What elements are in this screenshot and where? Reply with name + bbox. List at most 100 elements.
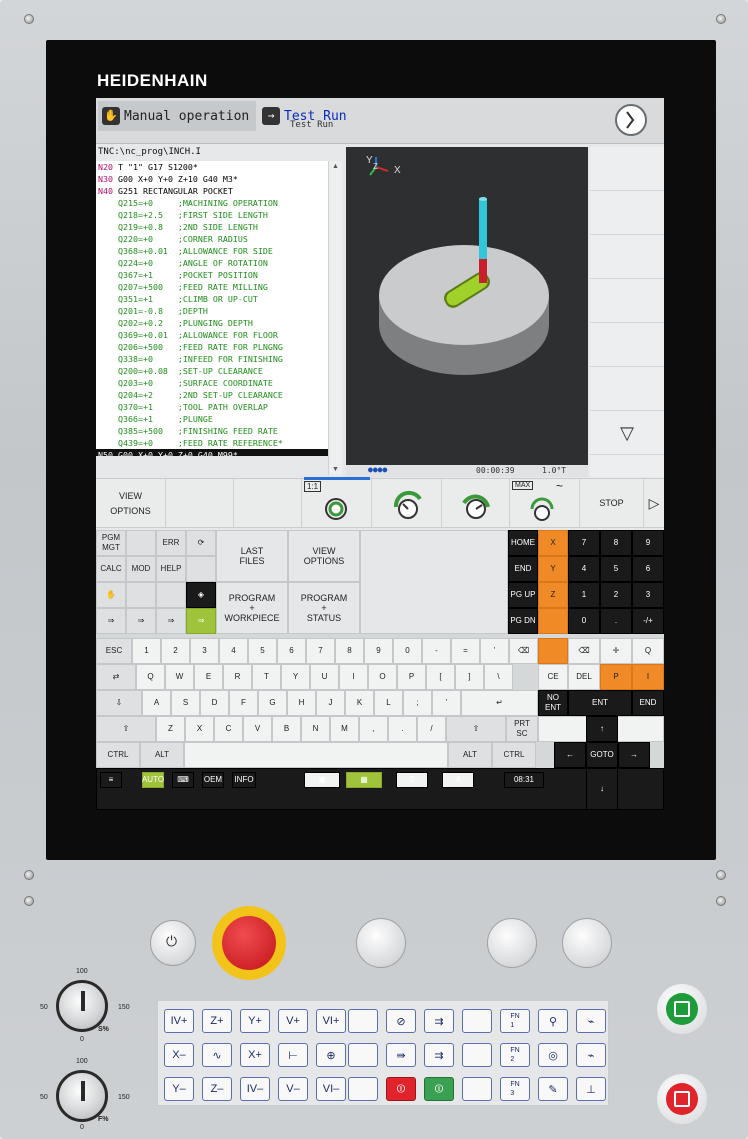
letter-key[interactable]: F	[229, 690, 258, 716]
taskbar-oem[interactable]: OEM	[202, 772, 224, 788]
letter-key[interactable]: '	[432, 690, 461, 716]
i-key[interactable]: I	[632, 664, 664, 690]
letter-key[interactable]: Q	[136, 664, 165, 690]
axis-y-key[interactable]: Y	[538, 556, 568, 582]
panel-button-3[interactable]	[562, 918, 612, 968]
fn-key[interactable]: FN 3	[500, 1077, 530, 1101]
axis-key[interactable]: Y+	[240, 1009, 270, 1033]
alt-key[interactable]: ALT	[140, 742, 184, 768]
vertical-softkey-1[interactable]	[590, 147, 664, 191]
letter-key[interactable]: .	[388, 716, 417, 742]
tab-test-run[interactable]: → Test Run Test Run	[262, 101, 382, 131]
letter-key[interactable]: E	[194, 664, 223, 690]
ctrl-key[interactable]: CTRL	[96, 742, 140, 768]
letter-key[interactable]: Z	[156, 716, 185, 742]
nc-start-button[interactable]	[666, 993, 698, 1025]
shift-right-key[interactable]: ⇧	[446, 716, 506, 742]
electronic-handwheel-key[interactable]: ◈	[186, 582, 216, 608]
vertical-softkey-2[interactable]	[590, 191, 664, 235]
axis-key[interactable]: X–	[164, 1043, 194, 1067]
arrow-left-key[interactable]: ←	[554, 742, 586, 768]
program-line[interactable]: N30 G00 X+0 Y+0 Z+10 G40 M3*	[96, 173, 342, 185]
program-line[interactable]: Q368=+0.01 ;ALLOWANCE FOR SIDE	[96, 245, 342, 257]
function-key[interactable]	[462, 1009, 492, 1033]
axis-key[interactable]: ∿	[202, 1043, 232, 1067]
caps-key[interactable]: ⇩	[96, 690, 142, 716]
numpad-key[interactable]: 4	[568, 556, 600, 582]
program-line[interactable]: Q207=+500 ;FEED RATE MILLING	[96, 281, 342, 293]
program-line[interactable]: Q218=+2.5 ;FIRST SIDE LENGTH	[96, 209, 342, 221]
numpad-key[interactable]: 0	[568, 608, 600, 634]
program-line[interactable]: Q203=+0 ;SURFACE COORDINATE	[96, 377, 342, 389]
letter-key[interactable]: H	[287, 690, 316, 716]
test-run-key[interactable]: ⇒	[186, 608, 216, 634]
letter-key[interactable]: B	[272, 716, 301, 742]
axis-key[interactable]: Y–	[164, 1077, 194, 1101]
cursor-key[interactable]: ✛	[600, 638, 632, 664]
program-line[interactable]: Q219=+0.8 ;2ND SIDE LENGTH	[96, 221, 342, 233]
program-line[interactable]: Q366=+1 ;PLUNGE	[96, 413, 342, 425]
program-line[interactable]: Q201=-0.8 ;DEPTH	[96, 305, 342, 317]
home-key[interactable]: HOME	[508, 530, 538, 556]
digit-key[interactable]: 5	[248, 638, 277, 664]
help-key[interactable]: HELP	[156, 556, 186, 582]
function-key[interactable]: ⇉	[424, 1009, 454, 1033]
letter-key[interactable]: M	[330, 716, 359, 742]
program-line[interactable]: Q224=+0 ;ANGLE OF ROTATION	[96, 257, 342, 269]
letter-key[interactable]: X	[185, 716, 214, 742]
refresh-key[interactable]: ⟳	[186, 530, 216, 556]
vertical-softkey-5[interactable]	[590, 323, 664, 367]
digit-key[interactable]: 6	[277, 638, 306, 664]
taskbar-info[interactable]: INFO	[232, 772, 256, 788]
function-key[interactable]: ⊘	[386, 1009, 416, 1033]
q-key[interactable]: Q	[632, 638, 664, 664]
digit-key[interactable]: 2	[161, 638, 190, 664]
function-key[interactable]: ⚲	[538, 1009, 568, 1033]
letter-key[interactable]: W	[165, 664, 194, 690]
letter-key[interactable]: \	[484, 664, 513, 690]
program-line[interactable]: Q202=+0.2 ;PLUNGING DEPTH	[96, 317, 342, 329]
keyboard-icon[interactable]: ⌨	[172, 772, 194, 788]
axis-blank-key[interactable]	[538, 608, 568, 634]
letter-key[interactable]: ]	[455, 664, 484, 690]
vertical-softkey-6[interactable]	[590, 367, 664, 411]
last-files-key[interactable]: LAST FILES	[216, 530, 288, 582]
axis-key[interactable]: X+	[240, 1043, 270, 1067]
function-key[interactable]: ⇉	[424, 1043, 454, 1067]
softkey-2[interactable]	[166, 479, 234, 528]
single-block-key[interactable]: ⇒	[96, 608, 126, 634]
vertical-softkey-4[interactable]	[590, 279, 664, 323]
desktop-3[interactable]: 3	[396, 772, 428, 788]
program-scrollbar[interactable]: ▲ ▼	[328, 161, 342, 475]
numpad-key[interactable]: 7	[568, 530, 600, 556]
axis-key[interactable]: Z–	[202, 1077, 232, 1101]
blank-key[interactable]	[126, 530, 156, 556]
letter-key[interactable]: P	[397, 664, 426, 690]
panel-button-1[interactable]	[356, 918, 406, 968]
function-key[interactable]: ◎	[538, 1043, 568, 1067]
letter-key[interactable]: O	[368, 664, 397, 690]
del-key[interactable]: DEL	[568, 664, 600, 690]
scroll-down-softkey[interactable]: ▽	[590, 411, 664, 455]
letter-key[interactable]: [	[426, 664, 455, 690]
digit-key[interactable]: 1	[132, 638, 161, 664]
axis-x-key[interactable]: X	[538, 530, 568, 556]
enter-key[interactable]: ↵	[461, 690, 538, 716]
program-line[interactable]: Q385=+500 ;FINISHING FEED RATE	[96, 425, 342, 437]
esc-key[interactable]: ESC	[96, 638, 132, 664]
function-key[interactable]: ⊥	[576, 1077, 606, 1101]
backspace2-key[interactable]: ⌫	[568, 638, 600, 664]
letter-key[interactable]: T	[252, 664, 281, 690]
digit-key[interactable]: 0	[393, 638, 422, 664]
feed-override-knob[interactable]	[56, 1070, 108, 1122]
digit-key[interactable]: 8	[335, 638, 364, 664]
ent-key[interactable]: ENT	[568, 690, 632, 716]
function-key[interactable]: ⏼	[386, 1077, 416, 1101]
ctrl-right-key[interactable]: CTRL	[492, 742, 536, 768]
digit-key[interactable]: =	[451, 638, 480, 664]
function-key[interactable]	[462, 1077, 492, 1101]
emergency-stop-button[interactable]	[222, 916, 276, 970]
speed-slow-softkey[interactable]	[372, 479, 442, 528]
panel-button-2[interactable]	[487, 918, 537, 968]
p-key[interactable]: P	[600, 664, 632, 690]
